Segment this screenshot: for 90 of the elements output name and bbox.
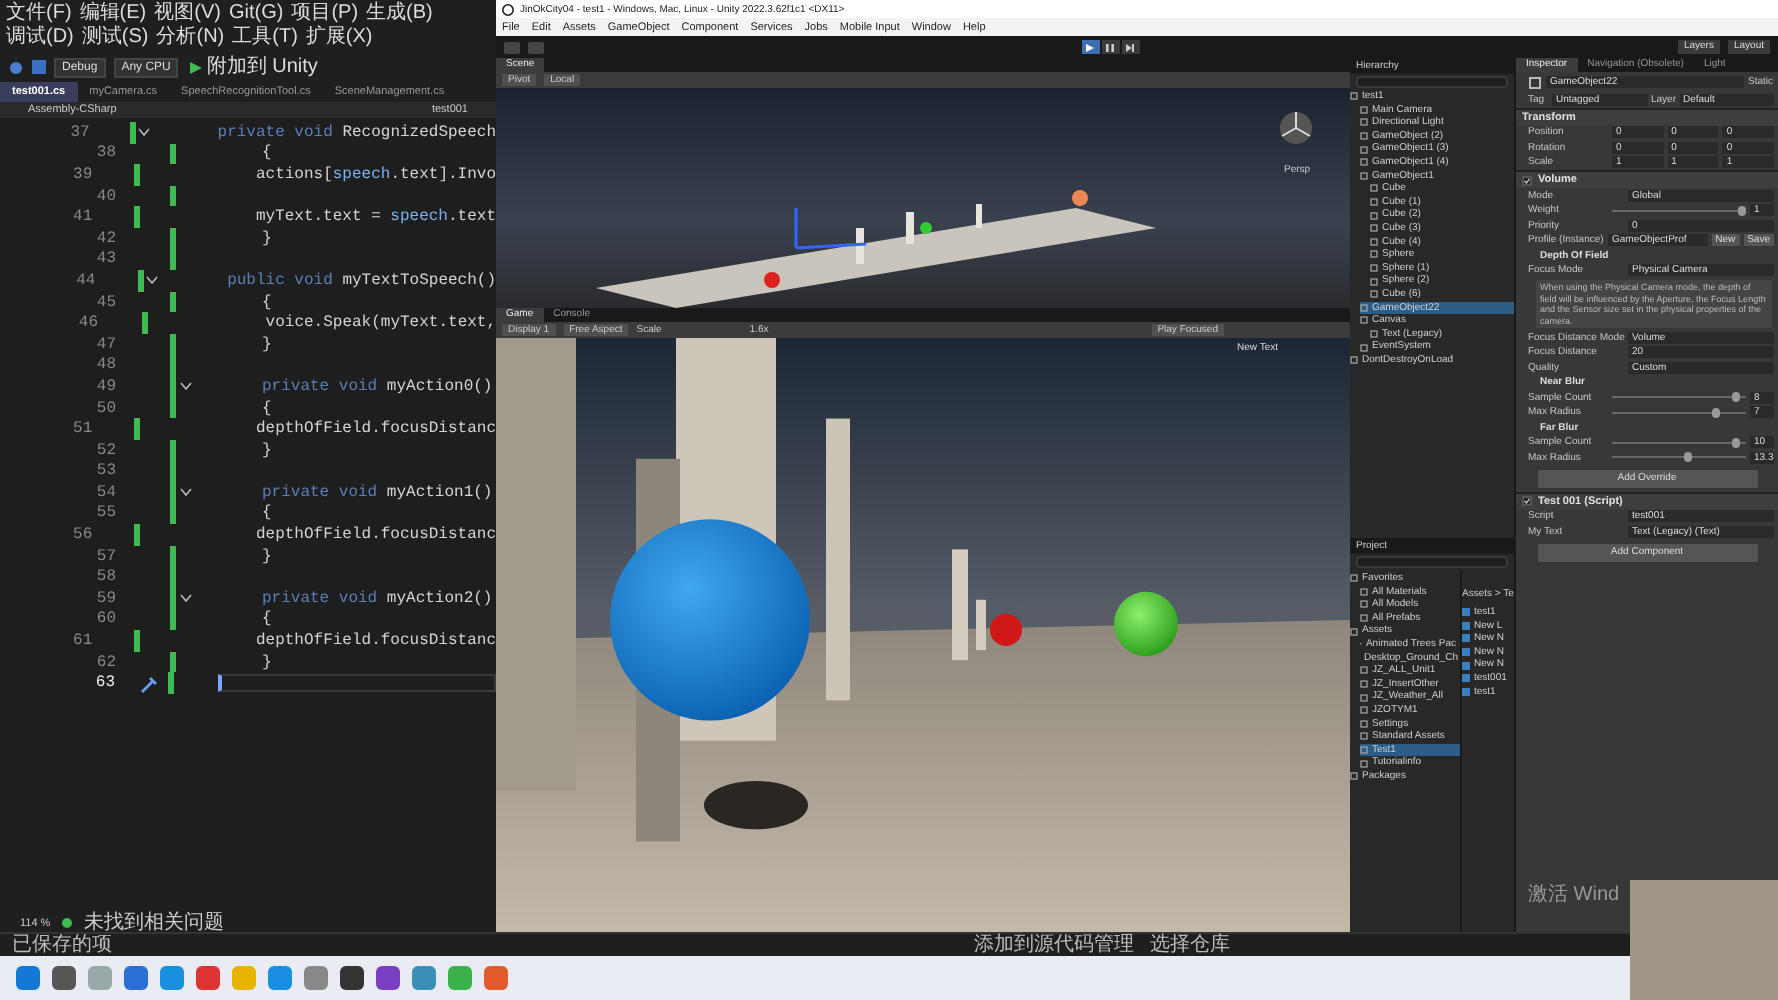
- line-number: 59: [94, 589, 116, 608]
- play-button[interactable]: [1081, 40, 1100, 54]
- line-number: 43: [94, 250, 116, 269]
- ok-icon: [62, 918, 73, 928]
- line-number: 48: [94, 356, 116, 375]
- line-number: 53: [94, 462, 116, 481]
- slider-thumb[interactable]: [1731, 437, 1740, 448]
- line-number: 52: [94, 441, 116, 460]
- line-number: 39: [71, 165, 93, 184]
- code-line: private void myAction2(): [260, 589, 493, 608]
- code-line: }: [260, 547, 272, 566]
- line-number: 60: [94, 610, 116, 629]
- search-field[interactable]: [1356, 76, 1508, 88]
- line-number: 50: [94, 399, 116, 418]
- code-line: depthOfField.focusDistanc: [253, 632, 496, 651]
- activation-notice: 激活 Wind: [1528, 882, 1620, 908]
- taskbar-app-icon[interactable]: [340, 966, 364, 990]
- fold-chevron-icon[interactable]: [137, 128, 150, 137]
- line-number: 58: [94, 568, 116, 587]
- fold-chevron-icon[interactable]: [180, 382, 192, 391]
- code-line: {: [260, 399, 272, 418]
- code-line: }: [260, 229, 272, 248]
- menu-item[interactable]: 视图(V): [154, 2, 221, 26]
- taskbar-app-icon[interactable]: [52, 966, 76, 990]
- menu-item[interactable]: 工具(T): [232, 26, 298, 50]
- code-line: {: [260, 504, 272, 523]
- cube-icon: [1528, 75, 1542, 89]
- code-line: {: [260, 144, 272, 163]
- taskbar-app-icon[interactable]: [376, 966, 400, 990]
- line-number: 57: [94, 547, 116, 566]
- line-number: 49: [94, 377, 116, 396]
- issues-status: 未找到相关问题: [84, 914, 225, 932]
- code-line: private void myAction1(): [260, 483, 493, 502]
- menu-item[interactable]: 调试(D): [6, 26, 74, 50]
- fold-chevron-icon[interactable]: [180, 594, 192, 603]
- pause-button[interactable]: [1101, 40, 1120, 54]
- line-number: 40: [94, 187, 116, 206]
- checkbox[interactable]: [1522, 175, 1532, 185]
- menu-item[interactable]: 文件(F): [6, 2, 72, 26]
- fold-chevron-icon[interactable]: [180, 488, 192, 497]
- code-line: voice.Speak(myText.text,: [263, 314, 497, 333]
- code-line: {: [260, 610, 272, 629]
- code-line: actions[speech.text].Invo: [253, 165, 496, 184]
- slider-thumb[interactable]: [1711, 407, 1720, 418]
- line-number: 62: [94, 653, 116, 672]
- code-line: }: [260, 335, 272, 354]
- source-control-button[interactable]: 添加到源代码管理: [974, 933, 1134, 957]
- code-line: }: [260, 653, 272, 672]
- attach-button[interactable]: 附加到 Unity: [186, 55, 322, 79]
- fold-chevron-icon[interactable]: [146, 276, 159, 285]
- line-number: 46: [76, 314, 98, 333]
- search-field[interactable]: [1356, 556, 1508, 568]
- menu-item[interactable]: 编辑(E): [79, 2, 147, 26]
- line-number: 51: [71, 420, 93, 439]
- menu-item[interactable]: 生成(B): [366, 2, 433, 26]
- line-number: 44: [74, 271, 96, 290]
- line-number: 47: [94, 335, 116, 354]
- menu-item[interactable]: 测试(S): [81, 26, 149, 50]
- quick-action-icon[interactable]: [140, 673, 161, 694]
- menu-item[interactable]: Git(G): [228, 2, 284, 26]
- line-number: 42: [94, 229, 116, 248]
- slider-thumb[interactable]: [1684, 452, 1693, 463]
- menu-item[interactable]: 项目(P): [291, 2, 359, 26]
- step-button[interactable]: [1121, 40, 1140, 54]
- line-number: 61: [71, 632, 93, 651]
- menu-item[interactable]: 分析(N): [156, 26, 225, 50]
- slider-thumb[interactable]: [1738, 205, 1746, 216]
- line-number: 63: [93, 674, 115, 693]
- code-line: {: [260, 293, 272, 312]
- code-line: private void RecognizedSpeech: [215, 123, 496, 142]
- line-number: 38: [94, 144, 116, 163]
- line-number: 37: [68, 123, 90, 142]
- code-line: public void myTextToSpeech(): [225, 271, 496, 290]
- unity-logo-icon: [502, 3, 514, 15]
- line-number: 56: [71, 526, 93, 545]
- source-control-button[interactable]: 选择仓库: [1150, 933, 1230, 957]
- code-line: myText.text = speech.text: [253, 208, 496, 227]
- slider-thumb[interactable]: [1731, 392, 1740, 403]
- code-line: }: [260, 441, 272, 460]
- code-line: depthOfField.focusDistanc: [253, 526, 496, 545]
- code-line: private void myAction0(): [260, 377, 493, 396]
- line-number: 41: [71, 208, 93, 227]
- line-number: 45: [94, 293, 116, 312]
- line-number: 55: [94, 504, 116, 523]
- checkbox[interactable]: [1522, 496, 1532, 506]
- play-icon: [190, 61, 203, 73]
- code-line: depthOfField.focusDistanc: [253, 420, 496, 439]
- menu-item[interactable]: 扩展(X): [305, 26, 373, 50]
- status-text: 已保存的项: [12, 933, 112, 957]
- line-number: 54: [94, 483, 116, 502]
